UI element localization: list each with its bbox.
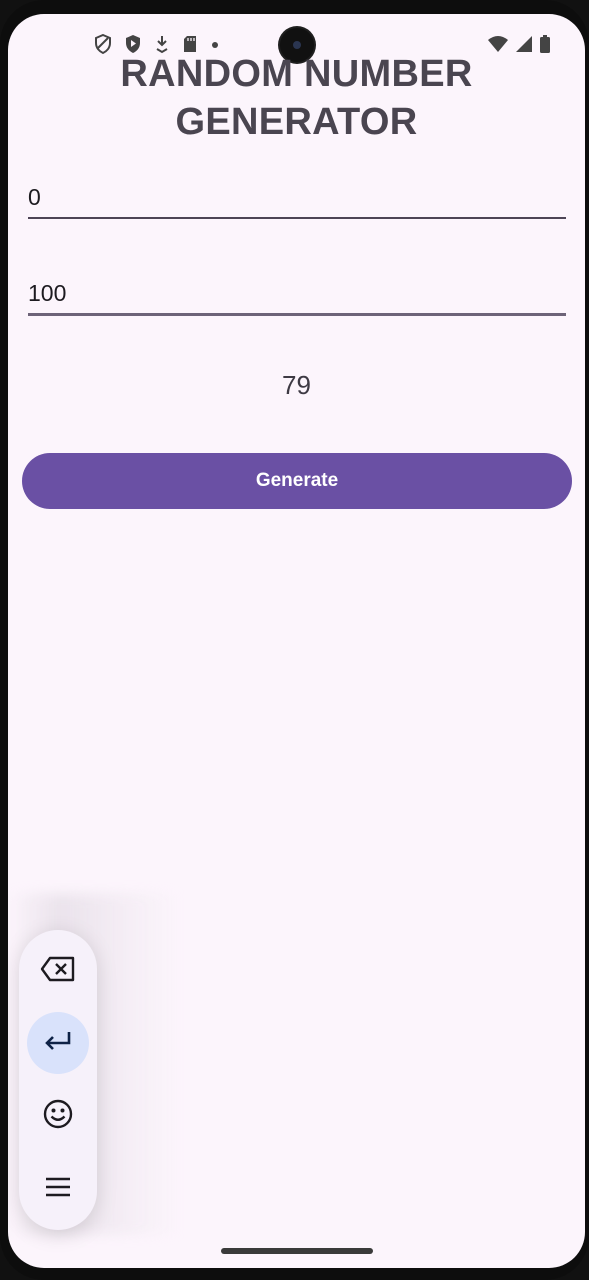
max-value-field[interactable] <box>28 265 566 316</box>
random-result: 79 <box>282 370 311 400</box>
menu-icon <box>44 1176 72 1203</box>
generate-button[interactable]: Generate <box>22 453 572 509</box>
app-screen: RANDOM NUMBER GENERATOR 79 Generate <box>8 14 585 1268</box>
device-frame: RANDOM NUMBER GENERATOR 79 Generate <box>0 0 589 1280</box>
backspace-icon <box>40 956 76 987</box>
home-indicator[interactable] <box>221 1248 373 1254</box>
emoji-button[interactable] <box>27 1085 89 1147</box>
enter-icon <box>43 1030 73 1057</box>
page-title: RANDOM NUMBER GENERATOR <box>120 53 473 143</box>
emoji-icon <box>42 1098 74 1135</box>
menu-button[interactable] <box>27 1158 89 1220</box>
backspace-button[interactable] <box>27 940 89 1002</box>
enter-button[interactable] <box>27 1012 89 1074</box>
floating-keyboard-toolbar <box>19 930 97 1230</box>
min-value-input[interactable] <box>28 184 566 211</box>
min-value-field[interactable] <box>28 169 566 219</box>
max-value-input[interactable] <box>28 280 566 307</box>
